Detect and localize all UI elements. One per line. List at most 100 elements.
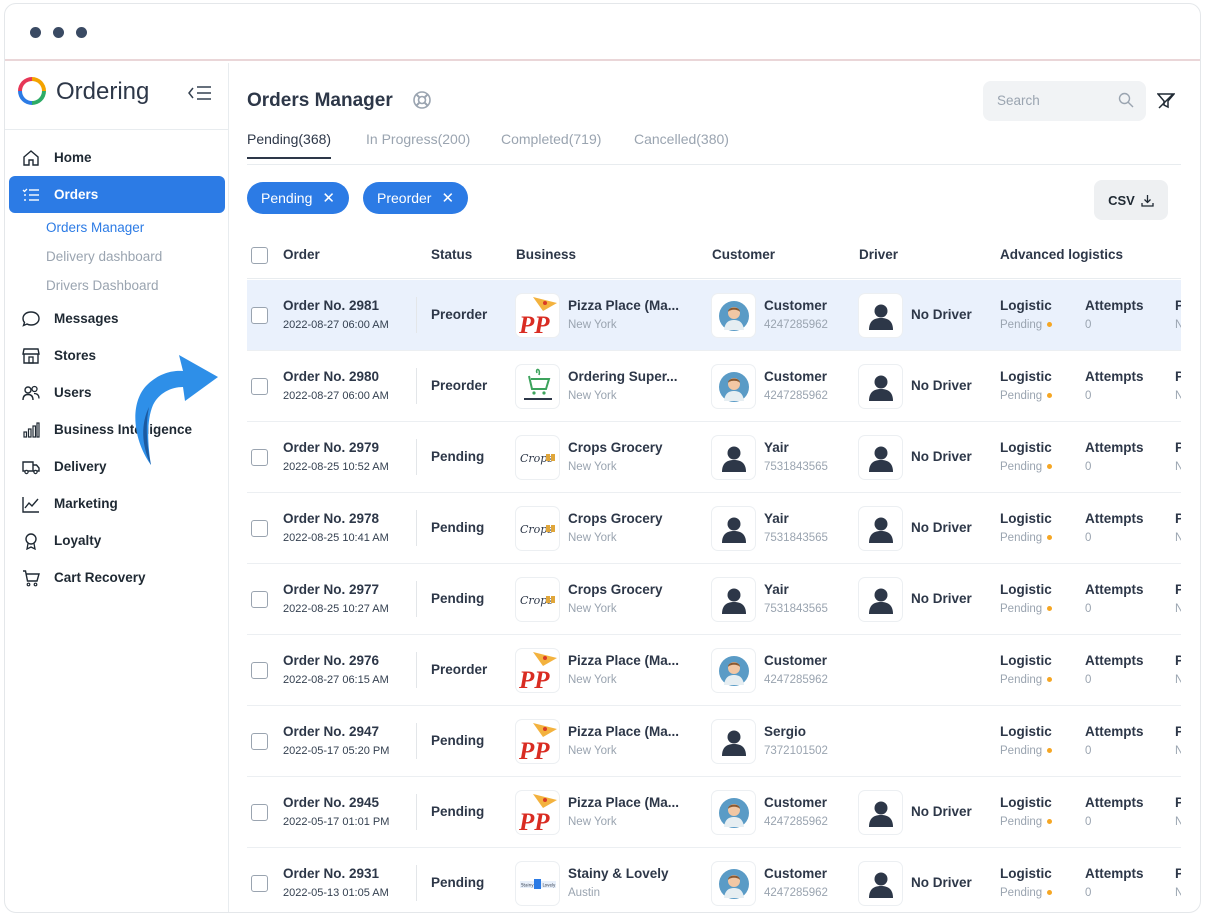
driver-name: No Driver — [911, 307, 972, 322]
column-header-customer[interactable]: Customer — [712, 247, 775, 262]
search-input[interactable]: Search — [983, 81, 1146, 121]
truck-icon — [21, 457, 41, 477]
column-header-advanced-logistics[interactable]: Advanced logistics — [1000, 247, 1123, 262]
logistic-label: Logistic — [1000, 511, 1052, 526]
table-row[interactable]: Order No. 2980 2022-08-27 06:00 AM Preor… — [247, 351, 1181, 422]
customer-avatar — [712, 294, 755, 337]
attempts-count: 0 — [1085, 674, 1092, 686]
driver-name: No Driver — [911, 591, 972, 606]
subnav-delivery-dashboard[interactable]: Delivery dashboard — [5, 242, 229, 271]
order-status: Preorder — [431, 307, 488, 322]
subnav-orders-manager[interactable]: Orders Manager — [5, 213, 229, 242]
logistic-status-text: Pending — [1000, 745, 1043, 757]
order-date: 2022-08-27 06:00 AM — [283, 319, 389, 331]
row-checkbox[interactable] — [251, 733, 268, 750]
tab-completed[interactable]: Completed(719) — [501, 131, 601, 157]
page-title: Orders Manager — [247, 90, 393, 111]
row-checkbox[interactable] — [251, 378, 268, 395]
window-dot-icon[interactable] — [53, 27, 64, 38]
row-checkbox[interactable] — [251, 591, 268, 608]
window-dot-icon[interactable] — [30, 27, 41, 38]
person-icon — [866, 585, 896, 615]
order-number[interactable]: Order No. 2978 — [283, 511, 379, 526]
logistic-label: Logistic — [1000, 795, 1052, 810]
status-dot-icon — [1047, 748, 1053, 754]
tab-cancelled[interactable]: Cancelled(380) — [634, 131, 729, 157]
row-checkbox[interactable] — [251, 662, 268, 679]
order-number[interactable]: Order No. 2945 — [283, 795, 379, 810]
table-row[interactable]: Order No. 2979 2022-08-25 10:52 AM Pendi… — [247, 422, 1181, 493]
order-number[interactable]: Order No. 2979 — [283, 440, 379, 455]
driver-avatar — [859, 294, 902, 337]
select-all-checkbox[interactable] — [251, 247, 268, 264]
order-number[interactable]: Order No. 2977 — [283, 582, 379, 597]
business-name: Crops Grocery — [568, 440, 663, 455]
sidebar-item-cart-recovery[interactable]: Cart Recovery — [5, 559, 229, 596]
driver-name: No Driver — [911, 449, 972, 464]
clear-filter-icon[interactable] — [1156, 93, 1176, 113]
svg-text:Stainy: Stainy — [521, 882, 534, 887]
attempts-label: Attempts — [1085, 440, 1144, 455]
tab-pending[interactable]: Pending(368) — [247, 131, 332, 159]
sidebar-item-label: Cart Recovery — [54, 570, 146, 585]
business-city: New York — [568, 319, 617, 331]
customer-phone: 7531843565 — [764, 461, 828, 473]
close-icon[interactable]: ✕ — [322, 189, 335, 207]
order-status: Pending — [431, 520, 485, 535]
driver-name: No Driver — [911, 520, 972, 535]
close-icon[interactable]: ✕ — [441, 189, 454, 207]
stainy-lovely-logo: Stainy Lovely — [516, 862, 559, 905]
person-icon — [719, 514, 749, 544]
customer-name: Customer — [764, 298, 828, 313]
column-divider — [416, 723, 417, 759]
table-row[interactable]: Order No. 2976 2022-08-27 06:15 AM Preor… — [247, 635, 1181, 706]
collapse-sidebar-icon[interactable] — [188, 85, 212, 106]
csv-export-button[interactable]: CSV — [1094, 180, 1168, 220]
help-lifebuoy-icon[interactable] — [413, 91, 431, 113]
csv-label: CSV — [1108, 192, 1135, 208]
sidebar-item-label: Users — [54, 385, 92, 400]
table-row[interactable]: Order No. 2977 2022-08-25 10:27 AM Pendi… — [247, 564, 1181, 635]
search-icon[interactable] — [1118, 92, 1134, 111]
logo-icon — [18, 77, 46, 105]
customer-phone: 4247285962 — [764, 887, 828, 899]
sidebar-item-orders[interactable]: Orders — [9, 176, 225, 213]
row-checkbox[interactable] — [251, 520, 268, 537]
row-checkbox[interactable] — [251, 875, 268, 892]
sidebar-item-loyalty[interactable]: Loyalty — [5, 522, 229, 559]
table-row[interactable]: Order No. 2931 2022-05-13 01:05 AM Pendi… — [247, 848, 1181, 912]
table-row[interactable]: Order No. 2947 2022-05-17 05:20 PM Pendi… — [247, 706, 1181, 777]
sidebar-item-messages[interactable]: Messages — [5, 300, 229, 337]
row-checkbox[interactable] — [251, 804, 268, 821]
order-number[interactable]: Order No. 2947 — [283, 724, 379, 739]
row-checkbox[interactable] — [251, 307, 268, 324]
logistic-status-text: Pending — [1000, 532, 1043, 544]
tab-in-progress[interactable]: In Progress(200) — [366, 131, 470, 157]
sidebar-item-marketing[interactable]: Marketing — [5, 485, 229, 522]
filter-chip-pending[interactable]: Pending ✕ — [247, 182, 349, 214]
pizza-place-logo: PP — [516, 649, 559, 692]
table-row[interactable]: Order No. 2978 2022-08-25 10:41 AM Pendi… — [247, 493, 1181, 564]
order-number[interactable]: Order No. 2931 — [283, 866, 379, 881]
table-row[interactable]: Order No. 2981 2022-08-27 06:00 AM Preor… — [247, 280, 1181, 351]
customer-name: Yair — [764, 511, 789, 526]
row-checkbox[interactable] — [251, 449, 268, 466]
order-number[interactable]: Order No. 2980 — [283, 369, 379, 384]
order-number[interactable]: Order No. 2981 — [283, 298, 379, 313]
column-header-status[interactable]: Status — [431, 247, 472, 262]
sidebar-item-home[interactable]: Home — [5, 139, 229, 176]
column-header-driver[interactable]: Driver — [859, 247, 898, 262]
filter-chip-preorder[interactable]: Preorder ✕ — [363, 182, 469, 214]
sidebar-item-label: Delivery — [54, 459, 107, 474]
order-number[interactable]: Order No. 2976 — [283, 653, 379, 668]
priority-value: No — [1175, 390, 1181, 402]
column-header-business[interactable]: Business — [516, 247, 576, 262]
sidebar-item-label: Home — [54, 150, 92, 165]
table-row[interactable]: Order No. 2945 2022-05-17 01:01 PM Pendi… — [247, 777, 1181, 848]
window-dot-icon[interactable] — [76, 27, 87, 38]
column-header-order[interactable]: Order — [283, 247, 320, 262]
logistic-label: Logistic — [1000, 298, 1052, 313]
driver-avatar — [859, 791, 902, 834]
search-placeholder: Search — [997, 93, 1040, 108]
subnav-drivers-dashboard[interactable]: Drivers Dashboard — [5, 271, 229, 300]
